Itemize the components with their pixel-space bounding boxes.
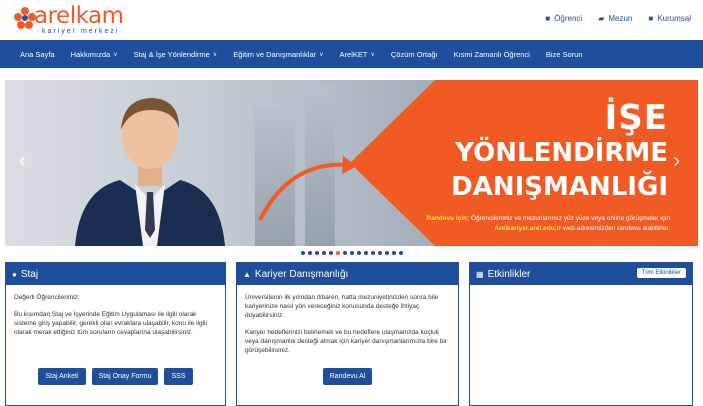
info-circle-icon: ● [12,269,17,279]
nav-item-parttime[interactable]: Kısmi Zamanlı Öğrenci [446,50,538,59]
top-header: arelkam kariyer merkezi ■ Öğrenci ▰ Mezu… [0,0,703,40]
staj-panel: ● Staj Değerli Öğrencilerimiz; Bu kısımd… [5,262,226,406]
main-nav: Ana Sayfa Hakkımızda ∨ Staj & İşe Yönlend… [0,40,703,68]
career-paragraph-2: Kariyer hedeflerinizi belirlemek ve bu h… [245,329,447,354]
slider-dot[interactable] [370,251,375,255]
briefcase-icon: ■ [648,14,654,23]
staj-panel-title: Staj [20,268,39,280]
nav-label: Çözüm Ortağı [390,49,438,59]
alumni-link[interactable]: ▰ Mezun [598,14,632,23]
slider-dot[interactable] [328,251,333,255]
alumni-link-label: Mezun [608,14,633,23]
nav-item-home[interactable]: Ana Sayfa [12,50,63,59]
nav-item-ask-us[interactable]: Bize Sorun [538,50,591,59]
book-icon: ■ [545,14,551,23]
career-paragraph-1: Üniversitenin ilk yılından itibaren, hat… [245,294,439,319]
corporate-link-label: Kurumsal [657,14,691,23]
chevron-down-icon: ∨ [319,51,324,58]
events-panel-title: Etkinlikler [487,268,531,280]
career-buttons: Randevu Al [237,368,458,385]
slider-dot[interactable] [342,251,347,255]
slide-title-line3: DANIŞMANLIĞI [451,172,668,202]
career-panel-header: ▲ Kariyer Danışmanlığı [237,263,458,285]
slider-dot[interactable] [384,251,389,255]
nav-item-arelket[interactable]: ArelKET ∨ [332,50,383,59]
graduation-cap-icon: ▰ [598,14,605,23]
slider-dot[interactable] [349,251,354,255]
slide-caption-link[interactable]: Arelkariyer.arel.edu.tr [494,225,561,232]
slider-dot[interactable] [377,251,382,255]
nav-label: Kısmi Zamanlı Öğrenci [453,49,530,59]
slider-dot[interactable] [363,251,368,255]
slide-caption: Randevu için: Öğrencilerimiz ve mezunlar… [370,214,670,234]
slide-caption-prefix: Randevu için: [426,215,470,222]
corporate-link[interactable]: ■ Kurumsal [648,14,691,23]
career-panel-body: Üniversitenin ilk yılından itibaren, hat… [237,285,458,371]
nav-label: Ana Sayfa [20,49,55,59]
arelkam-logo[interactable]: arelkam kariyer merkezi [12,3,132,37]
slide-caption-text: Öğrencilerimiz ve mezunlarımız yüz yüze … [470,215,670,222]
student-link[interactable]: ■ Öğrenci [545,14,582,23]
events-panel: ▦ Etkinlikler Tüm Etkinlikler [469,262,693,406]
faq-button[interactable]: SSS [164,368,193,385]
slide-caption-suffix: web adresimizden randevu alabilirler. [563,225,670,232]
nav-label: Staj & İşe Yönlendirme [133,49,210,59]
slider-dots [0,248,703,258]
career-panel-title: Kariyer Danışmanlığı [254,268,349,280]
user-type-links: ■ Öğrenci ▰ Mezun ■ Kurumsal [545,14,691,23]
slider-next-arrow[interactable]: › [673,150,680,173]
staj-panel-header: ● Staj [6,263,225,285]
nav-label: ArelKET [339,49,368,59]
slider-dot[interactable] [356,251,361,255]
slide-title-line1: İŞE [604,98,668,138]
staj-buttons: Staj Anketi Staj Onay Formu SSS [6,368,225,385]
slide-title-line2: YÖNLENDİRME [455,138,668,168]
staj-description: Bu kısımdan Staj ve İşyerinde Eğitim Uyg… [14,311,207,336]
chevron-down-icon: ∨ [370,51,375,58]
staj-survey-button[interactable]: Staj Anketi [38,368,86,385]
logo-text: arelkam [34,3,124,29]
events-panel-header: ▦ Etkinlikler Tüm Etkinlikler [470,263,692,285]
student-link-label: Öğrenci [554,14,583,23]
nav-label: Eğitim ve Danışmanlıklar [233,49,317,59]
businessman-image [75,98,225,246]
slider-dot[interactable] [398,251,403,255]
chevron-down-icon: ∨ [113,51,118,58]
chevron-down-icon: ∨ [212,51,218,58]
nav-label: Bize Sorun [545,49,583,59]
nav-label: Hakkımızda [70,49,111,59]
hero-slider: ‹ › İŞE YÖNLENDİRME DANIŞMANLIĞI Randevu… [5,80,698,246]
nav-item-training[interactable]: Eğitim ve Danışmanlıklar ∨ [225,50,331,59]
slider-dot[interactable] [307,251,312,255]
appointment-button[interactable]: Randevu Al [322,368,373,385]
logo-subtitle: kariyer merkezi [42,28,120,35]
staj-panel-body: Değerli Öğrencilerimiz; Bu kısımdan Staj… [6,285,225,353]
nav-item-internship[interactable]: Staj & İşe Yönlendirme ∨ [126,50,226,59]
slider-dot[interactable] [335,251,340,255]
nav-item-partner[interactable]: Çözüm Ortağı [383,50,446,59]
user-icon: ▲ [243,269,251,279]
career-panel: ▲ Kariyer Danışmanlığı Üniversitenin ilk… [236,262,459,406]
all-events-button[interactable]: Tüm Etkinlikler [636,268,686,278]
staj-approval-form-button[interactable]: Staj Onay Formu [91,368,159,385]
slider-dot[interactable] [321,251,326,255]
nav-item-about[interactable]: Hakkımızda ∨ [63,50,126,59]
calendar-icon: ▦ [476,269,484,279]
slider-prev-arrow[interactable]: ‹ [19,150,26,173]
slider-dot[interactable] [391,251,396,255]
slider-dot[interactable] [300,251,305,255]
staj-greeting: Değerli Öğrencilerimiz; [14,294,80,301]
slider-dot[interactable] [314,251,319,255]
